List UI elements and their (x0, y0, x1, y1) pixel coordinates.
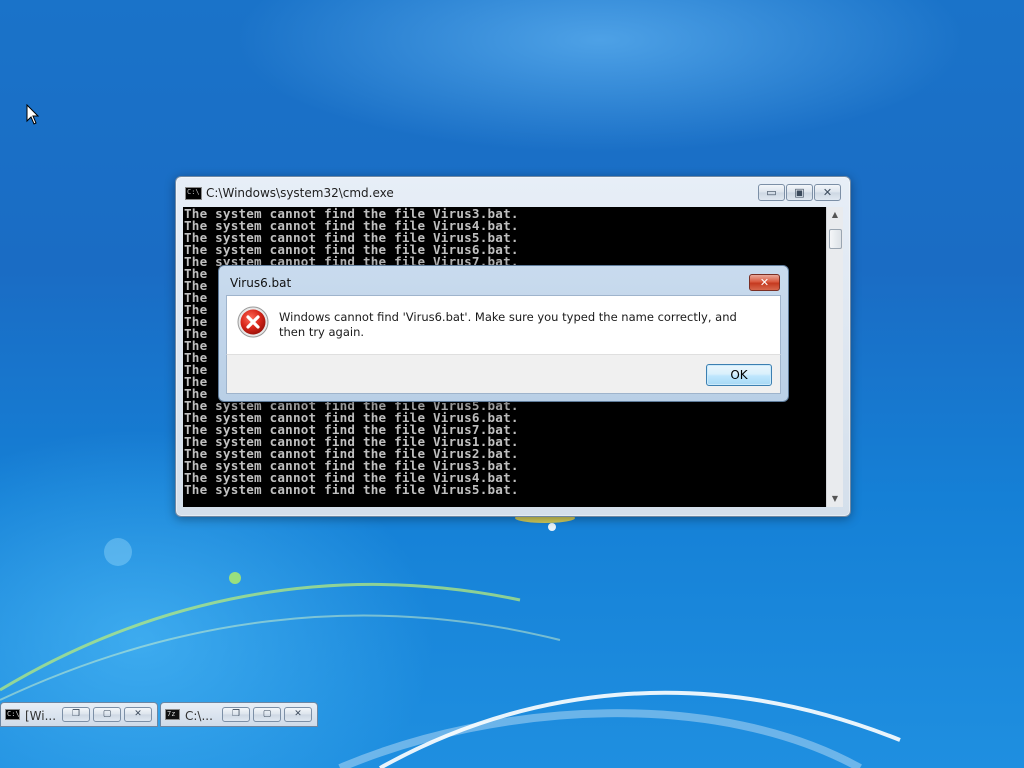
minimized-window-label: [Wi... (25, 709, 57, 723)
dialog-title: Virus6.bat (230, 276, 292, 290)
scroll-up-arrow-icon[interactable]: ▲ (827, 207, 843, 223)
error-dialog[interactable]: Virus6.bat ✕ Windows cannot find 'Virus6… (218, 265, 789, 402)
ok-button[interactable]: OK (706, 364, 772, 386)
cmd-window-title: C:\Windows\system32\cmd.exe (206, 186, 394, 200)
close-button[interactable]: ✕ (284, 707, 312, 722)
dialog-body: Windows cannot find 'Virus6.bat'. Make s… (226, 295, 781, 355)
scroll-down-arrow-icon[interactable]: ▼ (827, 491, 843, 507)
minimized-window-label: C:\... (185, 709, 213, 723)
restore-button[interactable]: ❐ (62, 707, 90, 722)
cmd-titlebar[interactable]: C:\ C:\Windows\system32\cmd.exe ▭ ▣ ✕ (176, 177, 850, 207)
console-line: The system cannot find the file Virus5.b… (184, 482, 519, 497)
maximize-button[interactable]: ▣ (786, 184, 813, 201)
cmd-caption-buttons: ▭ ▣ ✕ (757, 184, 841, 201)
cmd-icon: C:\ (185, 187, 202, 200)
mouse-cursor-icon (26, 104, 40, 125)
dialog-message: Windows cannot find 'Virus6.bat'. Make s… (279, 310, 737, 339)
maximize-button[interactable]: ▢ (93, 707, 121, 722)
minimized-caption-buttons: ❐ ▢ ✕ (219, 707, 312, 722)
dialog-footer: OK (226, 354, 781, 394)
minimized-window-cmd[interactable]: C:\ [Wi... ❐ ▢ ✕ (0, 702, 158, 727)
scrollbar-thumb[interactable] (829, 229, 842, 249)
maximize-button[interactable]: ▢ (253, 707, 281, 722)
console-scrollbar[interactable]: ▲ ▼ (826, 207, 843, 507)
error-icon (237, 306, 269, 338)
restore-button[interactable]: ❐ (222, 707, 250, 722)
minimize-button[interactable]: ▭ (758, 184, 785, 201)
7zip-icon: 7z (165, 709, 180, 720)
dialog-close-button[interactable]: ✕ (749, 274, 780, 291)
minimized-caption-buttons: ❐ ▢ ✕ (59, 707, 152, 722)
close-button[interactable]: ✕ (814, 184, 841, 201)
cmd-icon: C:\ (5, 709, 20, 720)
close-button[interactable]: ✕ (124, 707, 152, 722)
minimized-window-7zip[interactable]: 7z C:\... ❐ ▢ ✕ (160, 702, 318, 727)
